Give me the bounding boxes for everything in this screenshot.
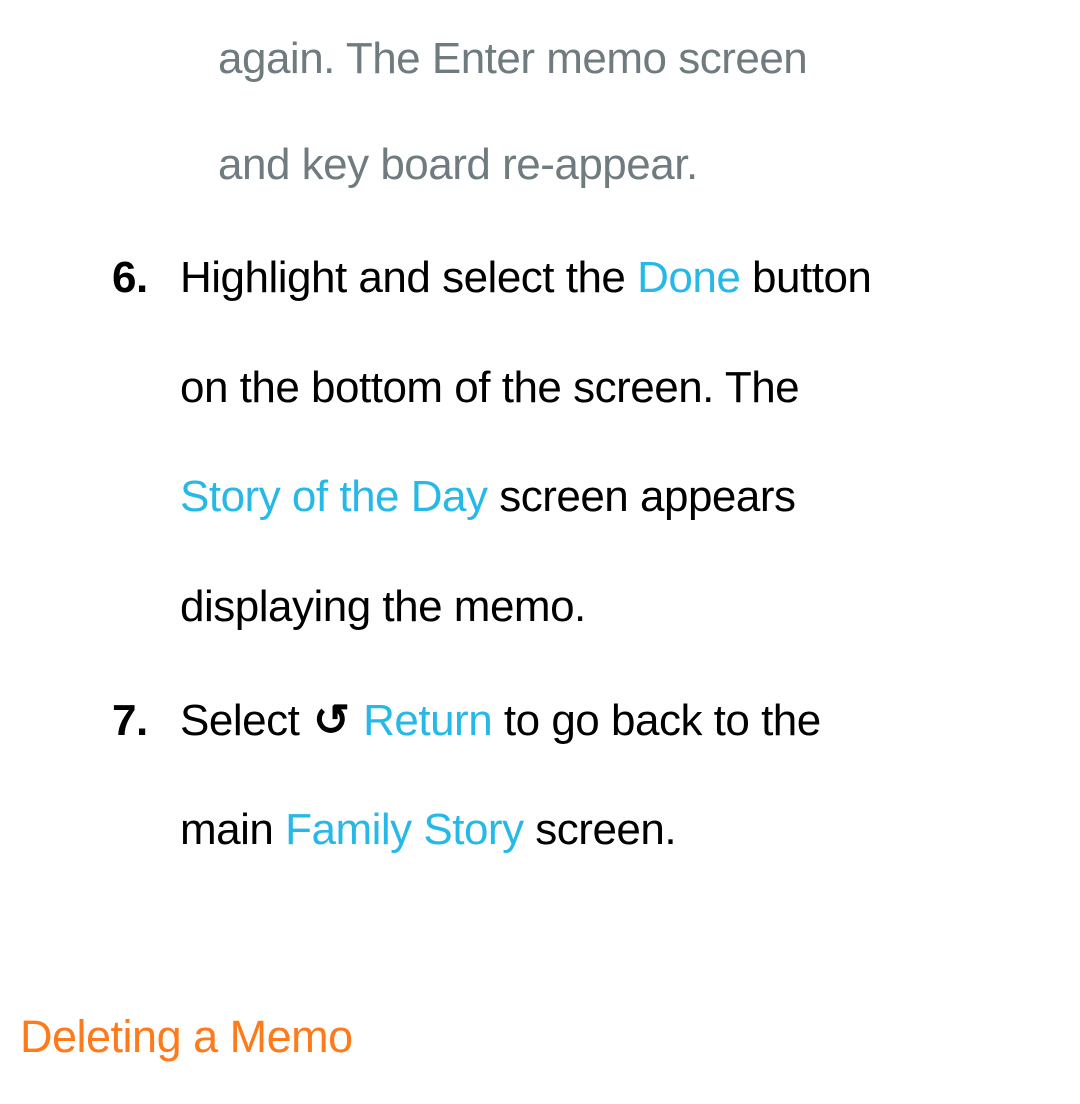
step-6-text-a: Highlight and select the xyxy=(180,253,637,302)
family-story-reference: Family Story xyxy=(285,805,523,854)
step-6-line-3: Story of the Day screen appears xyxy=(180,466,1050,528)
continuation-line-1: again. The Enter memo screen xyxy=(218,28,1050,90)
step-7-text-a: Select xyxy=(180,696,311,745)
step-7-line-2: main Family Story screen. xyxy=(180,799,1050,861)
step-7-line-1: Select ↺ Return to go back to the xyxy=(180,690,1050,752)
return-button-reference: Return xyxy=(351,696,492,745)
step-7-text-d: screen. xyxy=(524,805,677,854)
step-7-marker: 7. xyxy=(112,690,148,752)
step-6-text-b: button xyxy=(740,253,871,302)
continuation-text: again. The Enter memo screen and key boa… xyxy=(20,28,1050,195)
story-of-the-day-reference: Story of the Day xyxy=(180,472,487,521)
step-6-text-c: screen appears xyxy=(487,472,795,521)
step-6-line-1: Highlight and select the Done button xyxy=(180,247,1050,309)
return-icon: ↺ xyxy=(311,690,351,752)
continuation-line-2: and key board re-appear. xyxy=(218,134,1050,196)
step-6-marker: 6. xyxy=(112,247,148,309)
section-heading-deleting-memo: Deleting a Memo xyxy=(20,1005,1050,1068)
step-6: 6. Highlight and select the Done button … xyxy=(20,247,1050,637)
document-page: again. The Enter memo screen and key boa… xyxy=(0,0,1080,1092)
done-button-reference: Done xyxy=(637,253,740,302)
step-7-text-b: to go back to the xyxy=(492,696,821,745)
step-7: 7. Select ↺ Return to go back to the mai… xyxy=(20,690,1050,861)
step-6-line-2: on the bottom of the screen. The xyxy=(180,357,1050,419)
step-6-line-4: displaying the memo. xyxy=(180,576,1050,638)
step-7-text-c: main xyxy=(180,805,285,854)
